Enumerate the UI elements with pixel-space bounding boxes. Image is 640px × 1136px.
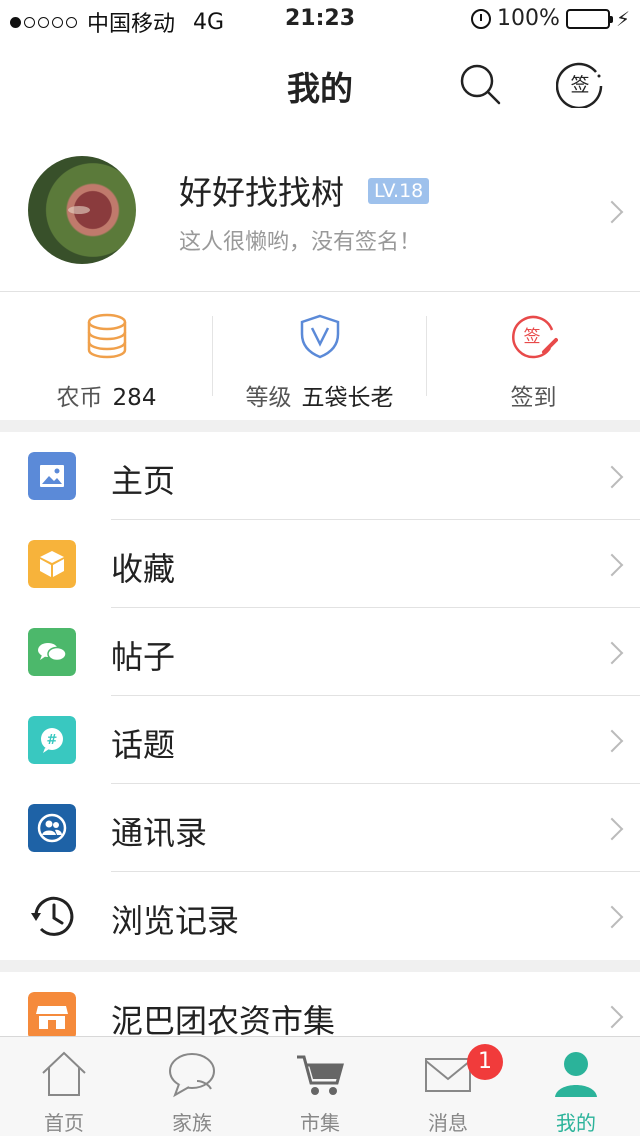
svg-text:签: 签 (570, 74, 589, 96)
menu-item-posts[interactable]: 帖子 (0, 608, 640, 696)
svg-text:签: 签 (523, 327, 540, 347)
chevron-right-icon (600, 641, 624, 665)
menu-item-label: 通讯录 (111, 814, 208, 852)
battery-icon (565, 8, 613, 29)
chevron-right-icon (600, 465, 624, 489)
stat-level[interactable]: 等级 五袋长老 (213, 292, 426, 420)
coins-icon (87, 313, 126, 359)
history-clock-icon (28, 892, 76, 940)
stat-level-label: 等级 (245, 385, 292, 411)
stats-bar: 农币 284 等级 五袋长老 签 签到 (0, 292, 640, 420)
charging-icon: ⚡ (615, 6, 630, 31)
battery-percent: 100% (497, 6, 560, 31)
menu-list: 主页 收藏 帖子 # 话题 通讯录 浏览记录 (0, 432, 640, 960)
page-title: 我的 (287, 69, 353, 108)
home-icon (42, 1051, 86, 1096)
stat-coins-label: 农币 (56, 385, 103, 411)
tab-label: 首页 (44, 1111, 84, 1135)
menu-item-topics[interactable]: # 话题 (0, 696, 640, 784)
menu-item-label: 帖子 (111, 638, 176, 676)
tab-home[interactable]: 首页 (0, 1037, 128, 1136)
menu-item-label: 主页 (111, 462, 176, 500)
menu-item-contacts[interactable]: 通讯录 (0, 784, 640, 872)
stat-checkin[interactable]: 签 签到 (427, 292, 640, 420)
menu-list-secondary: 泥巴团农资市集 (0, 972, 640, 1042)
chat-icon (169, 1053, 215, 1098)
chat-bubbles-icon (28, 628, 76, 676)
tab-label: 消息 (428, 1111, 468, 1135)
menu-item-favorites[interactable]: 收藏 (0, 520, 640, 608)
image-icon (28, 452, 76, 500)
tab-family[interactable]: 家族 (128, 1037, 256, 1136)
menu-item-history[interactable]: 浏览记录 (0, 872, 640, 960)
level-badge: LV.18 (368, 178, 430, 204)
profile-card[interactable]: 好好找找树 LV.18 这人很懒哟，没有签名！ (0, 130, 640, 292)
avatar[interactable] (28, 156, 136, 264)
profile-signature: 这人很懒哟，没有签名！ (179, 230, 422, 255)
stat-level-value: 五袋长老 (301, 385, 394, 411)
store-icon (28, 992, 76, 1040)
chevron-right-icon (600, 729, 624, 753)
tab-label: 市集 (300, 1111, 340, 1135)
alarm-icon (471, 8, 492, 29)
menu-item-label: 话题 (111, 726, 176, 764)
person-icon (555, 1052, 597, 1097)
tab-market[interactable]: 市集 (256, 1037, 384, 1136)
menu-item-label: 收藏 (111, 550, 176, 588)
level-shield-icon (300, 314, 339, 359)
tab-label: 家族 (172, 1111, 212, 1135)
chevron-right-icon (600, 905, 624, 929)
stat-coins-value: 284 (112, 385, 157, 411)
message-badge: 1 (467, 1044, 503, 1080)
chevron-right-icon (600, 200, 624, 224)
search-icon[interactable] (458, 62, 502, 106)
nav-bar: 我的 签 (0, 40, 640, 130)
checkin-icon: 签 (511, 315, 558, 359)
sign-in-icon[interactable]: 签 (556, 60, 604, 108)
menu-item-market[interactable]: 泥巴团农资市集 (0, 972, 640, 1042)
cart-icon (297, 1055, 344, 1095)
tab-me[interactable]: 我的 (512, 1037, 640, 1136)
profile-name: 好好找找树 (179, 173, 344, 212)
stat-checkin-label: 签到 (510, 385, 557, 411)
menu-item-homepage[interactable]: 主页 (0, 432, 640, 520)
chevron-right-icon (600, 817, 624, 841)
chevron-right-icon (600, 553, 624, 577)
mail-icon (425, 1058, 471, 1092)
contacts-icon (28, 804, 76, 852)
stat-coins[interactable]: 农币 284 (0, 292, 213, 420)
svg-text:#: # (47, 733, 58, 748)
menu-item-label: 浏览记录 (111, 902, 240, 940)
status-bar: 中国移动 4G 21:23 100% ⚡ (0, 0, 640, 40)
tab-label: 我的 (556, 1111, 596, 1135)
chevron-right-icon (600, 1005, 624, 1029)
status-right: 100% ⚡ (471, 6, 630, 31)
tab-bar: 首页 家族 市集 消息 我的 (0, 1036, 640, 1136)
hashtag-bubble-icon: # (28, 716, 76, 764)
box-icon (28, 540, 76, 588)
